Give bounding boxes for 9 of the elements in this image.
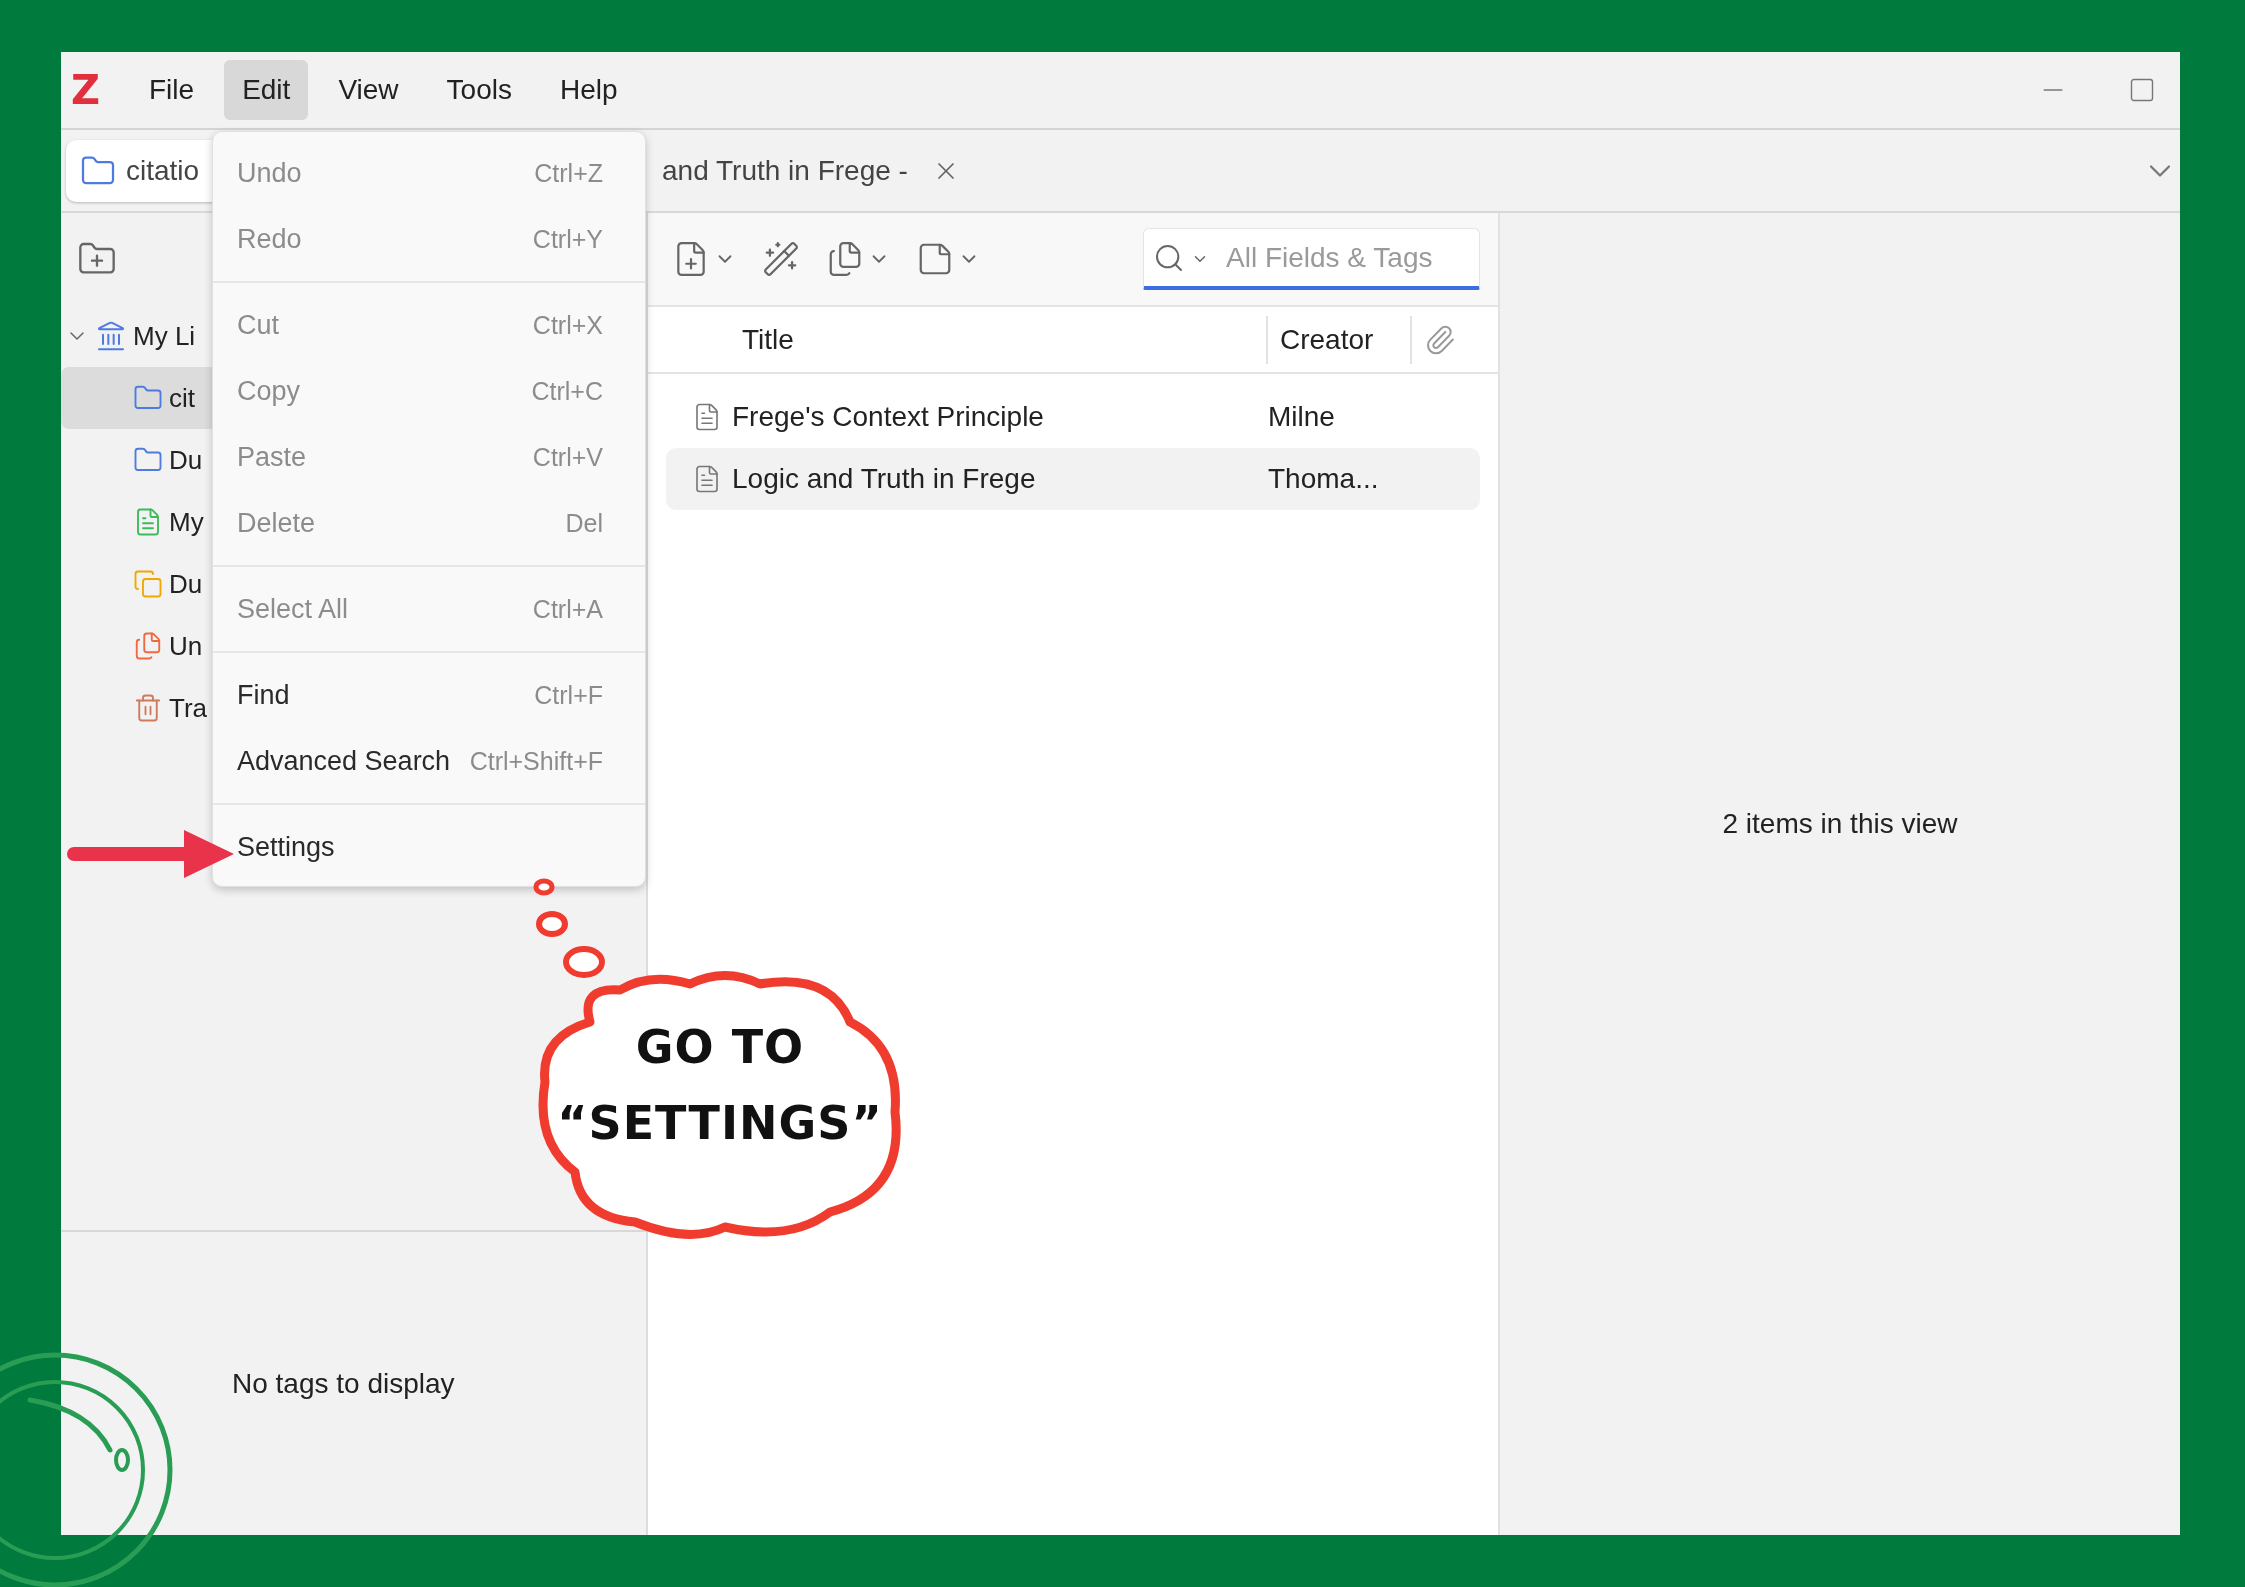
app-logo: Z [71, 67, 101, 113]
callout-text: “SETTINGS” [557, 1096, 883, 1150]
callout-text: GO TO [635, 1020, 805, 1074]
table-cell-text: Milne [1268, 401, 1336, 433]
empty-message: No tags to display [232, 1367, 455, 1400]
item-count: 2 items in this view [1722, 808, 1958, 840]
table-cell: Logic and Truth in Frege [666, 463, 1268, 495]
table-cell: Frege's Context Principle [666, 401, 1268, 433]
table-cell-text: Thoma... [1268, 463, 1380, 495]
